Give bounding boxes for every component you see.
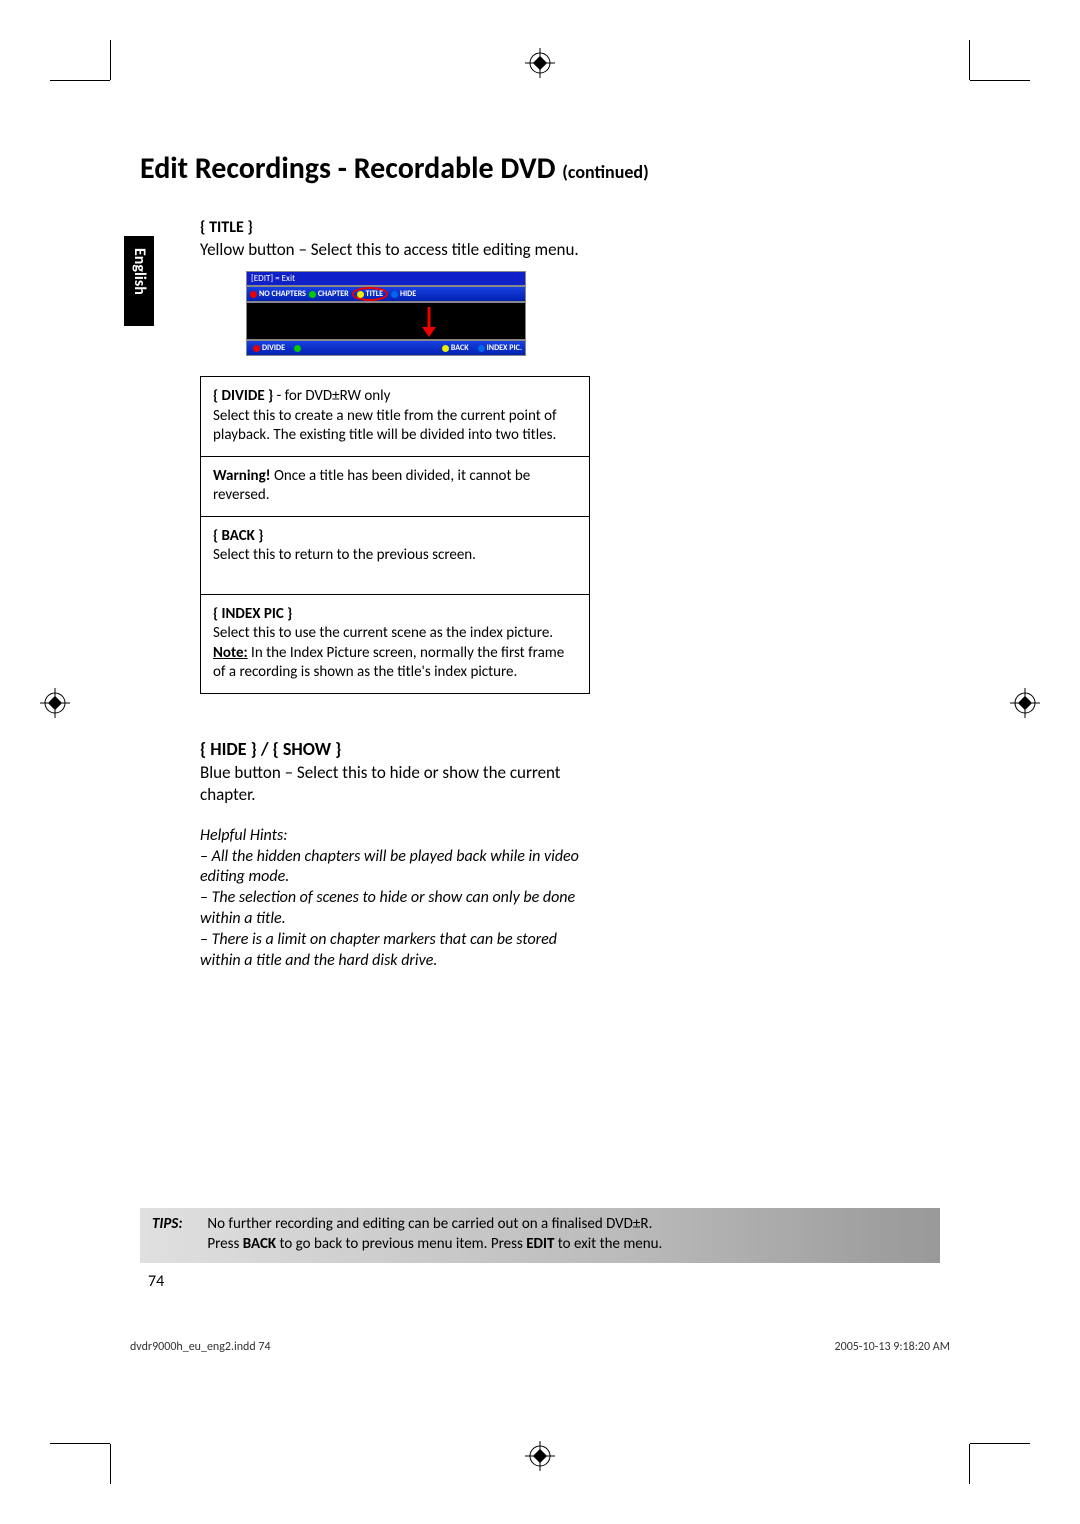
osd-item: INDEX PIC. — [478, 343, 522, 353]
divider — [201, 456, 589, 457]
heading-main: Edit Recordings - Recordable DVD — [140, 150, 562, 187]
osd-top-text: [EDIT] = Exit — [246, 271, 526, 286]
divide-label: { DIVIDE } — [213, 387, 273, 405]
divide-desc: Select this to create a new title from t… — [213, 407, 557, 445]
osd-item: CHAPTER — [309, 289, 349, 299]
osd-item: NO CHAPTERS — [250, 289, 306, 299]
crop-mark — [50, 80, 110, 81]
title-heading: { TITLE } — [200, 218, 590, 237]
indexpic-label: { INDEX PIC } — [213, 605, 292, 623]
green-dot-icon — [309, 291, 316, 298]
arrow-down-icon — [419, 307, 439, 337]
tips-label: TIPS: — [152, 1214, 204, 1234]
divide-block: { DIVIDE } - for DVD±RW only Select this… — [213, 387, 577, 446]
note-text: In the Index Picture screen, normally th… — [213, 644, 564, 682]
yellow-dot-icon — [357, 291, 364, 298]
red-dot-icon — [253, 345, 260, 352]
osd-item: BACK — [442, 343, 469, 353]
back-block: { BACK } Select this to return to the pr… — [213, 527, 577, 566]
indexpic-desc: Select this to use the current scene as … — [213, 624, 553, 642]
info-box: { DIVIDE } - for DVD±RW only Select this… — [200, 376, 590, 694]
divider — [201, 516, 589, 517]
divider — [201, 594, 589, 595]
osd-bottom-bar: DIVIDE BACK INDEX PIC. — [246, 340, 526, 356]
title-desc: Yellow button – Select this to access ti… — [200, 239, 590, 261]
language-tab: English — [124, 236, 154, 326]
osd-item-title-highlight: TITLE — [352, 287, 388, 301]
osd-menu-bar: NO CHAPTERS CHAPTER TITLE HIDE — [246, 286, 526, 302]
divide-suffix: - for DVD±RW only — [273, 387, 390, 405]
print-footer: dvdr9000h_eu_eng2.indd 74 2005-10-13 9:1… — [130, 1340, 950, 1354]
osd-preview-area — [246, 302, 526, 340]
tips-text: No further recording and editing can be … — [207, 1214, 927, 1255]
hints-title: Helpful Hints: — [200, 826, 287, 845]
hide-show-section: { HIDE } / { SHOW } Blue button – Select… — [200, 738, 590, 972]
hint-item: – The selection of scenes to hide or sho… — [200, 888, 575, 928]
crop-mark — [50, 1443, 110, 1444]
registration-mark-icon — [40, 688, 70, 723]
heading-sub: (continued) — [562, 161, 648, 183]
divide-warning: Warning! Once a title has been divided, … — [213, 467, 577, 506]
registration-mark-icon — [1010, 688, 1040, 723]
footer-filename: dvdr9000h_eu_eng2.indd 74 — [130, 1340, 271, 1354]
main-column: { TITLE } Yellow button – Select this to… — [200, 218, 590, 971]
warning-label: Warning! — [213, 467, 271, 485]
page-title: Edit Recordings - Recordable DVD (contin… — [140, 150, 940, 187]
hide-show-heading: { HIDE } / { SHOW } — [200, 738, 590, 760]
registration-mark-icon — [525, 48, 555, 83]
footer-timestamp: 2005-10-13 9:18:20 AM — [835, 1340, 950, 1354]
page-number: 74 — [148, 1272, 164, 1291]
osd-item: DIVIDE — [253, 343, 285, 353]
hint-item: – There is a limit on chapter markers th… — [200, 930, 557, 970]
crop-mark — [110, 1444, 111, 1484]
blue-dot-icon — [478, 345, 485, 352]
hint-item: – All the hidden chapters will be played… — [200, 847, 579, 887]
crop-mark — [110, 40, 111, 80]
osd-diagram: [EDIT] = Exit NO CHAPTERS CHAPTER TITLE … — [246, 271, 526, 356]
red-dot-icon — [250, 291, 257, 298]
crop-mark — [970, 80, 1030, 81]
language-label: English — [130, 248, 149, 295]
helpful-hints: Helpful Hints: – All the hidden chapters… — [200, 826, 590, 972]
crop-mark — [970, 1443, 1030, 1444]
note-label: Note: — [213, 644, 248, 662]
hide-show-desc: Blue button – Select this to hide or sho… — [200, 762, 590, 806]
indexpic-block: { INDEX PIC } Select this to use the cur… — [213, 605, 577, 683]
osd-item — [294, 343, 301, 353]
back-label: { BACK } — [213, 527, 263, 545]
osd-item: HIDE — [391, 289, 416, 299]
registration-mark-icon — [525, 1441, 555, 1476]
page-content: Edit Recordings - Recordable DVD (contin… — [140, 150, 940, 205]
crop-mark — [969, 40, 970, 80]
blue-dot-icon — [391, 291, 398, 298]
back-desc: Select this to return to the previous sc… — [213, 546, 476, 564]
yellow-dot-icon — [442, 345, 449, 352]
crop-mark — [969, 1444, 970, 1484]
green-dot-icon — [294, 345, 301, 352]
tips-band: TIPS: No further recording and editing c… — [140, 1208, 940, 1263]
